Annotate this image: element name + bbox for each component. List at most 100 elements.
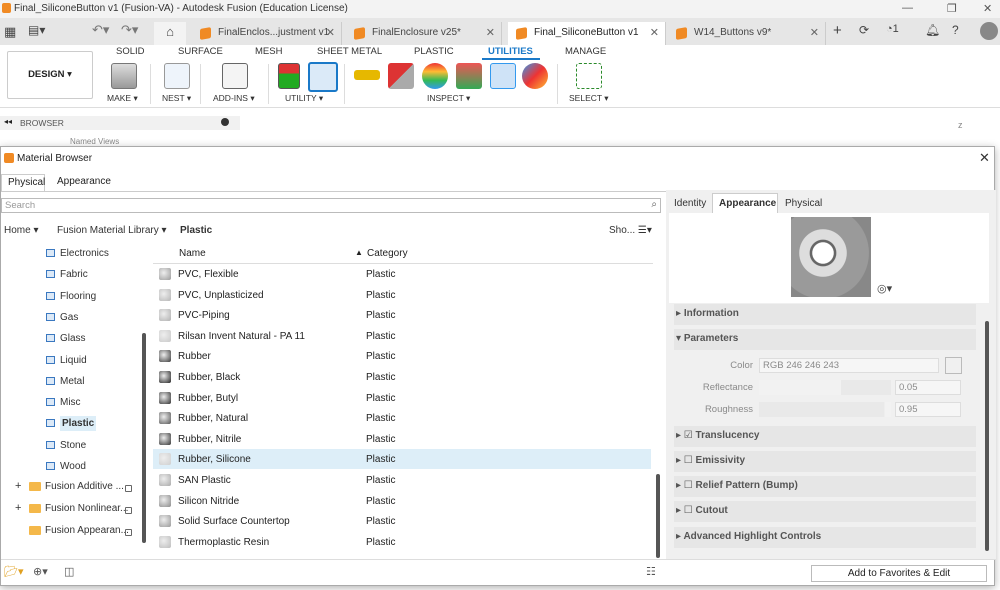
table-row[interactable]: Rubber, Butyl Plastic — [153, 388, 651, 408]
help-icon[interactable]: ? — [952, 23, 959, 37]
table-row[interactable]: PVC, Flexible Plastic — [153, 264, 651, 284]
interference-icon[interactable] — [388, 63, 414, 89]
table-row[interactable]: Silicon Nitride Plastic — [153, 491, 651, 511]
color-picker-icon[interactable] — [945, 357, 962, 374]
collapse-icon[interactable]: ◂◂ — [4, 117, 12, 126]
sort-icon[interactable]: ▲ — [355, 248, 363, 257]
utility-table-icon[interactable] — [308, 62, 338, 92]
tree-item-flooring[interactable]: Flooring — [1, 286, 149, 307]
curvature-icon[interactable] — [422, 63, 448, 89]
redo-icon[interactable]: ↷▾ — [121, 22, 138, 38]
column-name-header[interactable]: Name — [179, 248, 206, 259]
search-icon[interactable]: ⌕ — [651, 199, 657, 210]
tree-item-electronics[interactable]: Electronics — [1, 243, 149, 264]
create-material-icon[interactable]: ⊕▾ — [33, 565, 48, 578]
close-window-icon[interactable]: ✕ — [983, 2, 992, 15]
close-tab-icon[interactable]: ✕ — [810, 26, 819, 39]
tree-item-fabric[interactable]: Fabric — [1, 264, 149, 285]
inspect-menu[interactable]: INSPECT ▾ — [427, 93, 470, 104]
avatar[interactable] — [980, 22, 998, 40]
table-row[interactable]: SAN Plastic Plastic — [153, 470, 651, 490]
reflectance-slider[interactable] — [759, 380, 891, 395]
restore-icon[interactable]: ❐ — [947, 2, 957, 15]
section-emissivity[interactable]: ▸ ☐ Emissivity — [674, 451, 976, 472]
tree-item-glass[interactable]: Glass — [1, 328, 149, 349]
workspace-switcher[interactable]: DESIGN ▾ — [7, 51, 93, 99]
add-ins-icon[interactable] — [222, 63, 248, 89]
roughness-value[interactable]: 0.95 — [895, 402, 961, 417]
table-row[interactable]: Rubber, Nitrile Plastic — [153, 429, 651, 449]
tab-surface[interactable]: SURFACE — [178, 46, 223, 57]
tab-plastic[interactable]: PLASTIC — [414, 46, 454, 57]
doc-tab-4[interactable]: W14_Buttons v9* ✕ — [668, 22, 826, 45]
tab-utilities[interactable]: UTILITIES — [488, 46, 533, 57]
reflectance-value[interactable]: 0.05 — [895, 380, 961, 395]
table-row[interactable]: Rilsan Invent Natural - PA 11 Plastic — [153, 326, 651, 346]
select-menu[interactable]: SELECT ▾ — [569, 93, 609, 104]
table-row[interactable]: Rubber, Natural Plastic — [153, 408, 651, 428]
tree-item-wood[interactable]: Wood — [1, 456, 149, 477]
zebra-icon[interactable] — [456, 63, 482, 89]
add-ins-menu[interactable]: ADD-INS ▾ — [213, 93, 255, 104]
tree-scrollbar[interactable] — [142, 333, 146, 543]
details-scrollbar[interactable] — [985, 321, 989, 551]
make-menu[interactable]: MAKE ▾ — [107, 93, 138, 104]
doc-tab-2[interactable]: FinalEnclosure v25* ✕ — [346, 22, 502, 45]
expand-icon[interactable]: + — [15, 502, 21, 514]
doc-tab-3[interactable]: Final_SiliconeButton v1 ✕ — [508, 22, 666, 45]
doc-tab-1[interactable]: FinalEnclos...justment v1 ✕ — [192, 22, 342, 45]
tab-sheet-metal[interactable]: SHEET METAL — [317, 46, 382, 57]
close-tab-icon[interactable]: ✕ — [326, 26, 335, 39]
roughness-slider[interactable] — [759, 402, 891, 417]
tab-mesh[interactable]: MESH — [255, 46, 282, 57]
table-row[interactable]: Solid Surface Countertop Plastic — [153, 511, 651, 531]
list-view-icon[interactable]: ☷ — [646, 565, 656, 578]
table-row[interactable]: Thermoplastic Resin Plastic — [153, 532, 651, 552]
table-row[interactable]: Rubber, Silicone Plastic — [153, 449, 651, 470]
select-icon[interactable] — [576, 63, 602, 89]
section-relief[interactable]: ▸ ☐ Relief Pattern (Bump) — [674, 476, 976, 497]
utility-menu[interactable]: UTILITY ▾ — [285, 93, 323, 104]
library-item[interactable]: + Fusion Additive ... — [1, 477, 141, 498]
table-row[interactable]: Rubber Plastic — [153, 346, 651, 366]
tab-appearance[interactable]: Appearance — [51, 174, 117, 192]
color-field[interactable]: RGB 246 246 243 — [759, 358, 939, 373]
column-category-header[interactable]: Category — [367, 248, 408, 259]
nest-icon[interactable] — [164, 63, 190, 89]
viewcube-icon[interactable]: z — [958, 120, 963, 130]
pin-icon[interactable] — [221, 118, 229, 126]
table-row[interactable]: Rubber, Black Plastic — [153, 367, 651, 387]
tree-item-plastic[interactable]: Plastic — [1, 413, 149, 434]
color-analysis-icon[interactable] — [522, 63, 548, 89]
sync-icon[interactable]: ⟳ — [859, 23, 869, 37]
close-tab-icon[interactable]: ✕ — [486, 26, 495, 39]
section-translucency[interactable]: ▸ ☑ Translucency — [674, 426, 976, 447]
render-options-icon[interactable]: ◎▾ — [877, 282, 892, 295]
close-tab-icon[interactable]: ✕ — [650, 26, 659, 39]
home-icon[interactable]: ⌂ — [154, 22, 186, 45]
list-scrollbar[interactable] — [656, 474, 660, 558]
tree-item-metal[interactable]: Metal — [1, 371, 149, 392]
undo-icon[interactable]: ↶▾ — [92, 22, 109, 38]
tree-item-misc[interactable]: Misc — [1, 392, 149, 413]
tab-identity[interactable]: Identity — [674, 198, 706, 209]
open-library-icon[interactable]: 📂︎▾ — [4, 565, 24, 578]
expand-icon[interactable]: + — [15, 480, 21, 492]
tab-manage[interactable]: MANAGE — [565, 46, 606, 57]
library-item[interactable]: Fusion Appearan... — [1, 521, 141, 542]
table-row[interactable]: PVC-Piping Plastic — [153, 305, 651, 325]
tree-item-stone[interactable]: Stone — [1, 435, 149, 456]
notifications-icon[interactable]: 🔔︎ — [925, 23, 940, 37]
measure-icon[interactable] — [354, 70, 380, 80]
tab-physical[interactable]: Physical — [1, 174, 45, 192]
breadcrumb-library[interactable]: Fusion Material Library ▾ — [57, 225, 167, 236]
close-icon[interactable]: ✕ — [979, 150, 990, 166]
add-to-favorites-button[interactable]: Add to Favorites & Edit — [811, 565, 987, 582]
library-item[interactable]: + Fusion Nonlinear... — [1, 499, 141, 520]
jobs-icon[interactable]: ◔1 — [886, 23, 899, 35]
section-analysis-icon[interactable] — [490, 63, 516, 89]
traffic-light-icon[interactable] — [278, 63, 300, 89]
section-parameters[interactable]: ▾ Parameters — [674, 329, 976, 350]
grid-menu-icon[interactable]: ▦ — [4, 24, 16, 40]
show-options[interactable]: Sho... ☰▾ — [609, 225, 652, 236]
